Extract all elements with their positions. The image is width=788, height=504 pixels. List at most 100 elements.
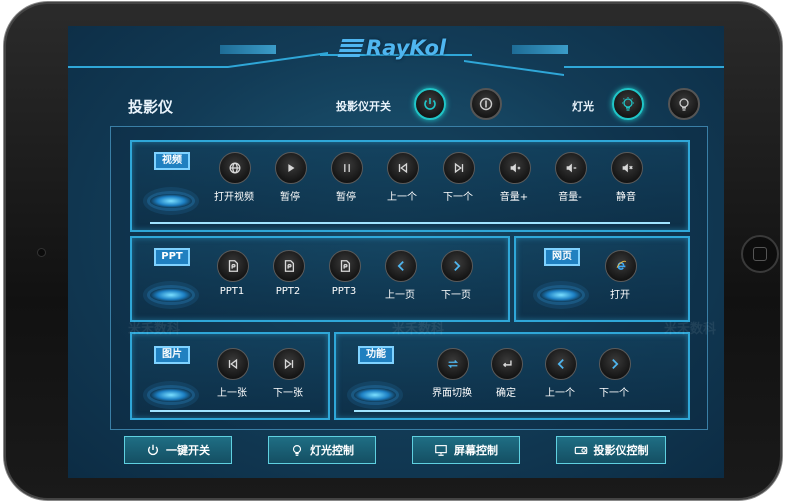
header-line-right-slope	[464, 60, 564, 77]
ppt-pad	[150, 288, 192, 302]
ie-browser-icon	[616, 260, 627, 270]
web-panel: 网页	[514, 236, 690, 322]
function-button-label: 下一个	[599, 388, 629, 399]
video-button-3[interactable]	[331, 152, 363, 184]
ppt-button-2[interactable]	[273, 250, 305, 282]
ppt-file-icon	[284, 260, 295, 272]
image-button-label: 下一张	[273, 388, 303, 399]
power-icon	[424, 98, 436, 110]
light-label: 灯光	[572, 100, 594, 113]
watermark-center: 米禾数科	[392, 322, 445, 337]
ppt-button-label: 下一页	[441, 290, 471, 301]
nav-label: 投影仪控制	[593, 444, 649, 457]
nav-one-key-switch-button[interactable]: 一键开关	[124, 436, 232, 464]
image-button-label: 上一张	[217, 388, 247, 399]
light-on-button[interactable]	[612, 88, 644, 120]
ppt-button-label: PPT3	[331, 286, 357, 297]
logo-text: RayKol	[366, 36, 447, 60]
video-button-label: 暂停	[336, 192, 356, 203]
switch-icon	[447, 360, 459, 368]
header-line-left-slope	[228, 51, 328, 68]
bulb-on-icon	[622, 97, 634, 111]
watermark-left: 米禾数科	[128, 322, 181, 337]
ppt-button-5[interactable]	[441, 250, 473, 282]
bulb-icon	[292, 445, 302, 456]
skip-back-icon	[228, 358, 238, 370]
raykol-logo: RayKol	[337, 36, 460, 62]
video-button-label: 暂停	[280, 192, 300, 203]
web-button-1[interactable]	[605, 250, 637, 282]
video-button-5[interactable]	[443, 152, 475, 184]
volume-up-icon	[510, 163, 521, 173]
video-button-1[interactable]	[219, 152, 251, 184]
function-tag: 功能	[358, 346, 394, 364]
nav-light-control-button[interactable]: 灯光控制	[268, 436, 376, 464]
image-pad	[150, 388, 192, 402]
video-button-8[interactable]	[611, 152, 643, 184]
image-button-2[interactable]	[273, 348, 305, 380]
section-title: 投影仪	[128, 98, 174, 116]
video-button-4[interactable]	[387, 152, 419, 184]
nav-label: 屏幕控制	[454, 444, 498, 457]
video-button-label: 静音	[616, 192, 636, 203]
pause-icon	[344, 164, 350, 172]
video-button-7[interactable]	[555, 152, 587, 184]
image-button-1[interactable]	[217, 348, 249, 380]
power-icon	[147, 444, 159, 456]
image-panel-underline	[150, 410, 310, 412]
function-button-4[interactable]	[599, 348, 631, 380]
home-button[interactable]	[741, 235, 779, 273]
header-line-right	[564, 66, 724, 68]
chevron-left-icon	[557, 359, 564, 369]
ppt-button-3[interactable]	[329, 250, 361, 282]
nav-projector-control-button[interactable]: 投影仪控制	[556, 436, 666, 464]
projector-power-on-button[interactable]	[414, 88, 446, 120]
projector-power-off-button[interactable]	[470, 88, 502, 120]
video-tag: 视频	[154, 152, 190, 170]
web-tag: 网页	[544, 248, 580, 266]
nav-label: 灯光控制	[310, 444, 354, 457]
skip-forward-icon	[284, 358, 294, 370]
video-button-label: 打开视频	[214, 192, 254, 203]
chevron-right-icon	[454, 261, 461, 271]
nav-label: 一键开关	[166, 444, 210, 457]
skip-forward-icon	[454, 162, 464, 174]
header-bar-right	[512, 45, 568, 54]
ppt-tag: PPT	[154, 248, 190, 266]
ppt-button-1[interactable]	[217, 250, 249, 282]
chevron-right-icon	[612, 359, 619, 369]
header-bar-left	[220, 45, 276, 54]
monitor-icon	[435, 445, 447, 456]
function-button-2[interactable]	[491, 348, 523, 380]
video-button-label: 下一个	[443, 192, 473, 203]
watermark-right: 米禾数科	[664, 322, 717, 337]
video-panel-underline	[150, 222, 670, 224]
volume-down-icon	[566, 163, 577, 173]
function-panel-underline	[354, 410, 670, 412]
chevron-left-icon	[397, 261, 404, 271]
projector-icon	[574, 446, 587, 455]
function-button-1[interactable]	[437, 348, 469, 380]
video-button-label: 上一个	[387, 192, 417, 203]
bulb-off-icon	[679, 98, 689, 111]
function-button-label: 上一个	[545, 388, 575, 399]
video-button-label: 音量+	[499, 192, 529, 203]
screen: RayKol 投影仪 投影仪开关 灯光 视频 打开视频 暂停 暂停 上一个 下一个 音量+…	[68, 26, 724, 478]
front-camera	[37, 248, 46, 257]
ppt-file-icon	[340, 260, 351, 272]
play-icon	[288, 164, 295, 172]
enter-icon	[502, 360, 512, 368]
ppt-file-icon	[228, 260, 239, 272]
image-tag: 图片	[154, 346, 190, 364]
skip-back-icon	[398, 162, 408, 174]
nav-screen-control-button[interactable]: 屏幕控制	[412, 436, 520, 464]
light-off-button[interactable]	[668, 88, 700, 120]
ppt-button-label: PPT1	[219, 286, 245, 297]
video-button-6[interactable]	[499, 152, 531, 184]
top-bar: RayKol	[68, 26, 724, 78]
power-off-icon	[479, 97, 493, 111]
function-button-3[interactable]	[545, 348, 577, 380]
ppt-button-4[interactable]	[385, 250, 417, 282]
globe-icon	[229, 162, 241, 174]
video-button-2[interactable]	[275, 152, 307, 184]
